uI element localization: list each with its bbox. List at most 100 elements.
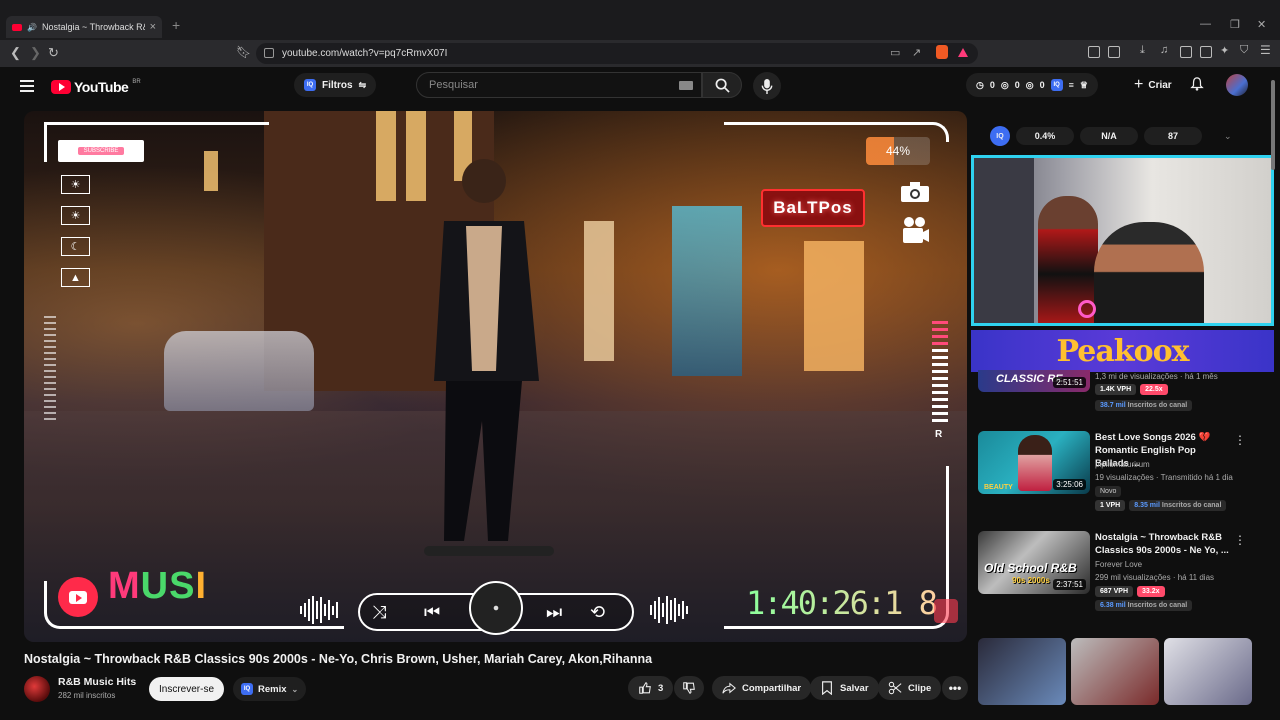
address-bar[interactable]: youtube.com/watch?v=pq7cRmvX07I [256,43,978,64]
recommendation-channel[interactable]: Forever Love [1095,560,1142,569]
vph-chip: 1 VPH [1095,500,1126,511]
recommendation-thumbnail[interactable]: BEAUTY 3:25:06 [978,431,1090,494]
brave-rewards-icon[interactable] [958,48,968,57]
video-scene-window [204,151,218,191]
short-thumbnail[interactable] [1071,638,1159,705]
recommendation-thumbnail[interactable]: CLASSIC RE 2:51:51 [978,370,1090,392]
search-button[interactable] [702,72,742,98]
search-input[interactable]: Pesquisar [416,72,702,98]
wallet-icon[interactable] [1108,46,1120,58]
video-player[interactable]: BaLTPos SUBSCRIBE ☀ ☀ ☾ ▲ 44% R MUSI ⤨ ⏮… [24,111,967,642]
voice-search-button[interactable] [753,72,781,100]
channel-subs-chip: 38.7 mil Inscritos do canal [1095,400,1193,411]
video-title: Nostalgia ~ Throwback R&B Classics 90s 2… [24,652,653,666]
bookmark-icon[interactable]: 🔖︎ [236,45,251,59]
menu-icon[interactable]: ☰ [1260,43,1272,57]
recommendation-item[interactable]: CLASSIC RE 2:51:51 1,3 mi de visualizaçõ… [978,370,1248,424]
new-tab-button[interactable]: + [172,17,180,33]
iq-logo-icon[interactable]: IQ [990,126,1010,146]
recommendation-chips: 1 VPH 8.35 mil Inscritos do canal [1095,500,1228,511]
thumbs-down-icon [683,682,695,694]
hamburger-menu-icon[interactable] [20,80,34,92]
create-button[interactable]: + Criar [1124,73,1182,97]
repeat-icon: ⟲ [590,602,606,622]
iq-extension-icon: IQ [1050,79,1063,91]
video-camera-icon [903,217,929,243]
extension-stats[interactable]: ◷ 0 ◎ 0 ◎ 0 IQ ≡ ♕ [966,73,1098,97]
dislike-button[interactable] [674,676,704,700]
recommendation-meta: 299 mil visualizações · há 11 dias [1095,573,1215,582]
user-avatar[interactable] [1226,74,1248,96]
filters-button[interactable]: IQ Filtros ⇋ [294,73,377,97]
channel-name[interactable]: R&B Music Hits [58,676,136,688]
download-icon[interactable]: ⤓ [1140,44,1152,56]
iq-stats-bar: IQ 0.4% N/A 87 ⌄ [980,121,1246,151]
overlay-timecode: 1:40:26:1 8 [746,584,938,622]
overlay-corner-graphic [934,599,958,623]
video-scene-shop-door [804,241,864,371]
stat-1: 0 [989,80,995,90]
scrollbar-thumb[interactable] [1271,80,1275,170]
more-vertical-icon[interactable]: ⋮ [1234,533,1246,547]
more-vertical-icon[interactable]: ⋮ [1234,433,1246,447]
recommendation-chips: 1.4K VPH 22.5x [1095,384,1172,395]
reload-button[interactable]: ↻ [48,45,59,61]
youtube-logo[interactable]: YouTube BR [51,79,141,95]
sidebar-toggle-icon[interactable] [1180,46,1192,58]
site-settings-icon[interactable] [264,48,274,58]
forward-button[interactable]: ❯ [30,45,41,61]
share-icon[interactable]: ↗ [912,46,921,59]
share-button[interactable]: Compartilhar [712,676,812,700]
overlay-audio-meter [932,321,948,427]
subscribe-button[interactable]: Inscrever-se [149,677,225,701]
youtube-favicon-icon [12,23,22,31]
share-arrow-icon [722,682,736,694]
remix-button[interactable]: IQ Remix ⌄ [233,677,307,701]
notifications-bell-icon[interactable] [1190,77,1204,91]
close-tab-icon[interactable]: × [150,21,156,33]
brightness-icon: ☀ [61,206,90,225]
recommendation-item[interactable]: Old School R&B 90s 2000s 2:37:51 Nostalg… [978,531,1248,616]
vpn-shield-icon[interactable]: ⛉ [1240,44,1252,56]
recommendation-item[interactable]: BEAUTY 3:25:06 Best Love Songs 2026 💔 Ro… [978,431,1248,516]
video-scene-window [376,111,396,201]
video-scene-neon-sign: BaLTPos [761,189,865,227]
like-button[interactable]: 3 [628,676,674,700]
recommendation-title[interactable]: Nostalgia ~ Throwback R&B Classics 90s 2… [1095,531,1230,557]
recommendation-thumbnail[interactable]: Old School R&B 90s 2000s 2:37:51 [978,531,1090,594]
save-label: Salvar [840,682,869,694]
wallet2-icon[interactable] [1200,46,1212,58]
chevron-down-icon[interactable]: ⌄ [1224,131,1232,142]
clip-label: Clipe [908,682,932,694]
clock-icon: ◷ [976,79,984,90]
extensions-icon[interactable] [1088,46,1100,58]
recommendation-badge-row: Novo [1095,486,1125,497]
short-thumbnail[interactable] [1164,638,1252,705]
short-thumbnail[interactable] [978,638,1066,705]
minimize-button[interactable]: — [1200,18,1211,30]
tab-title: Nostalgia ~ Throwback R&B [41,22,145,32]
page-scrollbar[interactable] [1270,70,1276,710]
keyboard-icon[interactable] [679,81,693,90]
leo-ai-icon[interactable]: ✦ [1220,44,1232,57]
more-horizontal-icon: ••• [948,681,962,695]
music-note-icon[interactable]: ♫ [1160,44,1172,56]
more-actions-button[interactable]: ••• [942,676,968,700]
webcam-ring-light [1078,300,1096,318]
recommendation-channel[interactable]: pipilumaturirum [1095,460,1150,469]
create-label: Criar [1148,79,1172,91]
back-button[interactable]: ❮ [10,45,21,61]
restore-button[interactable]: ❐ [1230,18,1240,31]
youtube-header: YouTube BR IQ Filtros ⇋ Pesquisar ◷ 0 ◎ … [0,67,1280,107]
channel-avatar[interactable] [24,676,50,702]
clip-button[interactable]: Clipe [878,676,942,700]
eye2-icon: ◎ [1025,79,1034,90]
cast-icon[interactable]: ▭ [890,46,900,59]
browser-tab[interactable]: 🔊 Nostalgia ~ Throwback R&B × [6,16,162,38]
brave-shields-icon[interactable] [936,45,948,59]
overlay-battery-percent: 44% [866,137,930,165]
scissors-icon [888,681,902,695]
image-icon: ▲ [61,268,90,287]
close-window-button[interactable]: ✕ [1257,18,1266,31]
save-button[interactable]: Salvar [810,676,879,700]
